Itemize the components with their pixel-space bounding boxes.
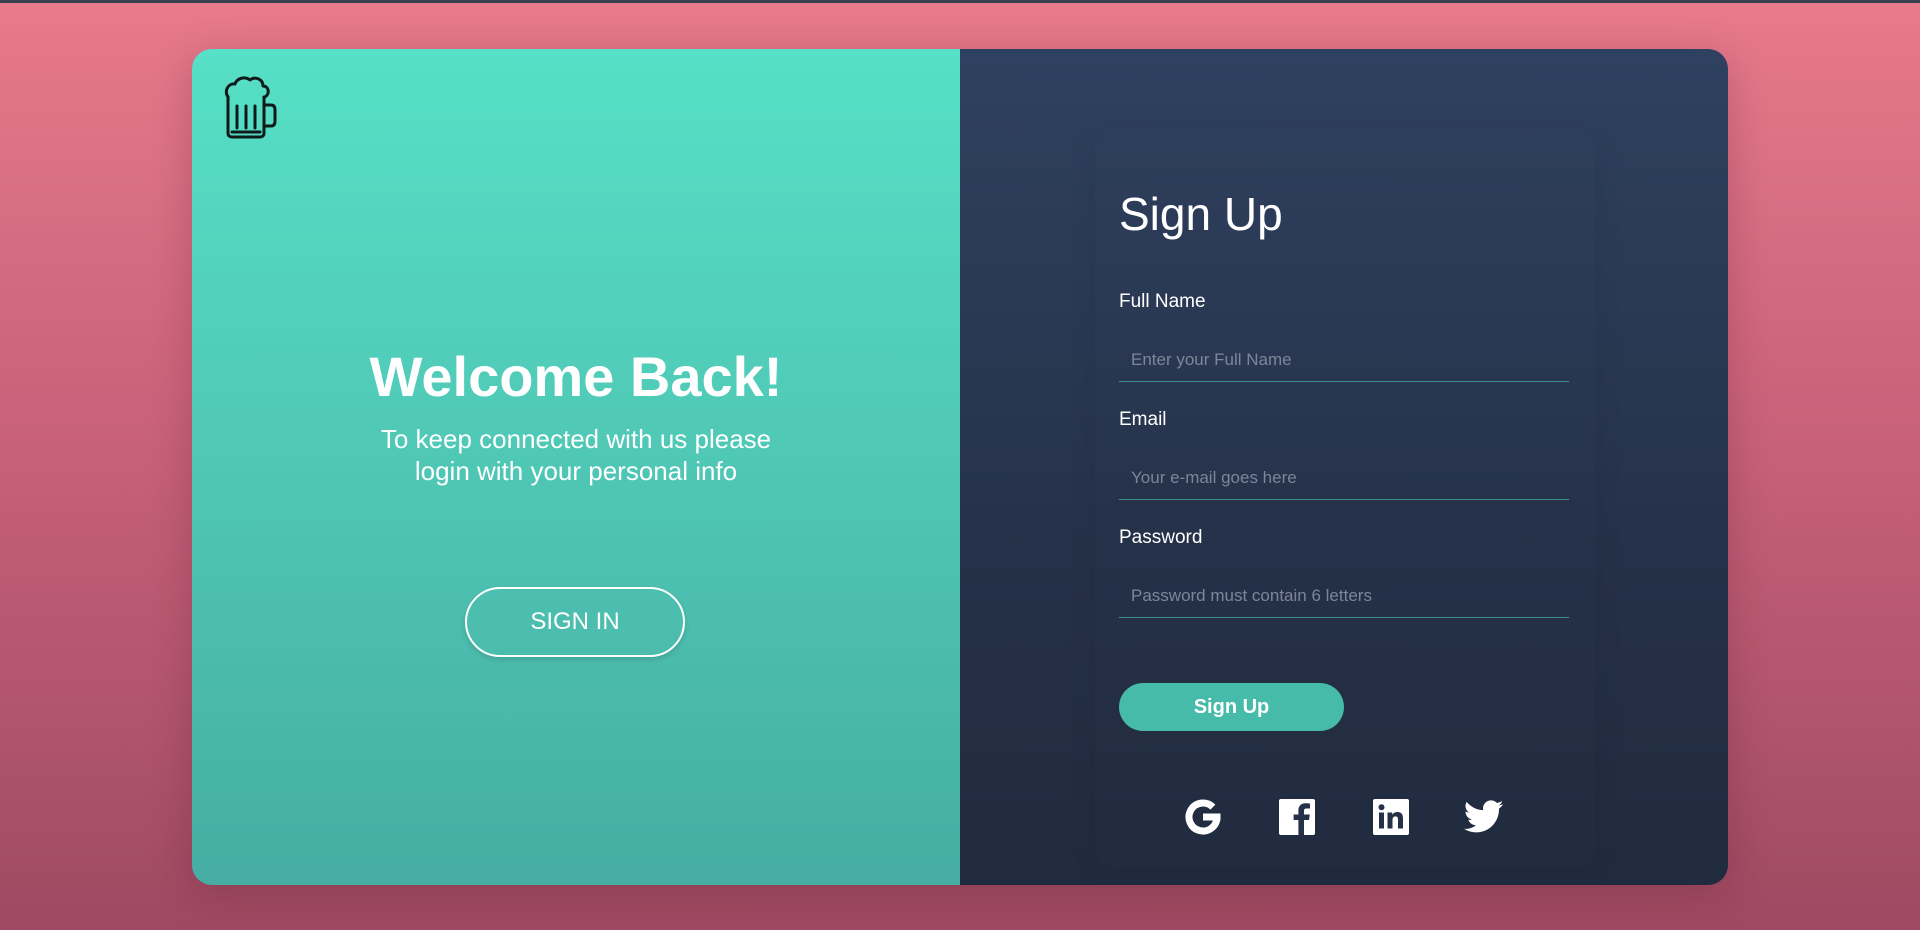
welcome-text: To keep connected with us please login w… (380, 424, 772, 486)
welcome-panel: Welcome Back! To keep connected with us … (192, 49, 960, 885)
beer-mug-icon (220, 73, 278, 139)
full-name-label: Full Name (1119, 291, 1206, 312)
facebook-icon[interactable] (1277, 797, 1317, 837)
social-login-row (960, 797, 1728, 839)
browser-top-edge (0, 0, 1920, 3)
email-input[interactable] (1119, 456, 1569, 500)
password-input[interactable] (1119, 574, 1569, 618)
sign-up-button[interactable]: Sign Up (1119, 683, 1344, 731)
full-name-input[interactable] (1119, 338, 1569, 382)
auth-card: Welcome Back! To keep connected with us … (192, 49, 1728, 885)
welcome-title: Welcome Back! (369, 345, 783, 408)
linkedin-icon[interactable] (1371, 797, 1411, 837)
email-label: Email (1119, 409, 1167, 430)
password-label: Password (1119, 527, 1203, 548)
sign-in-button[interactable]: SIGN IN (465, 587, 685, 657)
welcome-block: Welcome Back! To keep connected with us … (192, 345, 960, 487)
google-icon[interactable] (1183, 797, 1223, 837)
sign-up-title: Sign Up (1119, 188, 1283, 240)
sign-up-panel: Sign Up Full Name Email Password Sign Up (960, 49, 1728, 885)
twitter-icon[interactable] (1464, 797, 1504, 837)
